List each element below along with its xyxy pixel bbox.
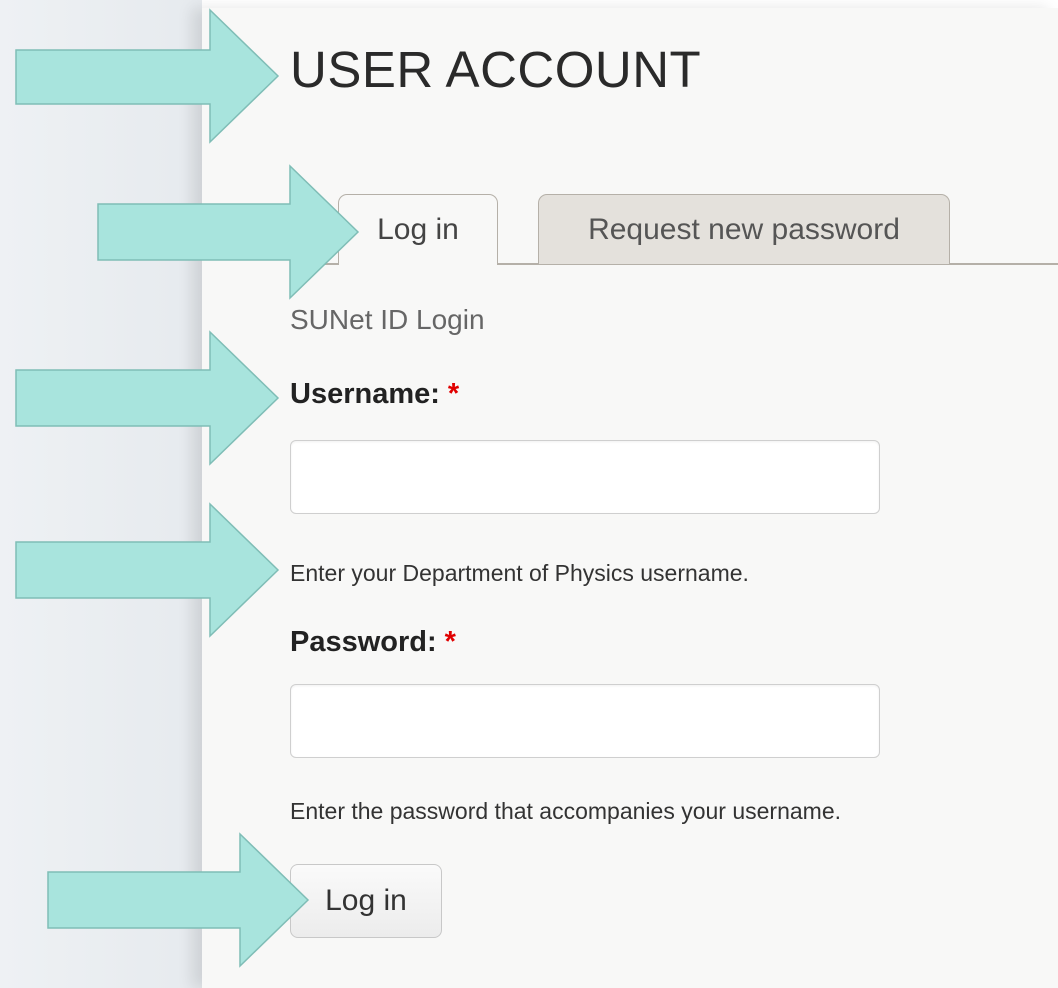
annotation-arrow-help: [15, 502, 280, 638]
username-input[interactable]: [290, 440, 880, 514]
password-help-text: Enter the password that accompanies your…: [290, 798, 842, 824]
password-label-text: Password:: [290, 626, 437, 658]
tab-log-in[interactable]: Log in: [338, 194, 498, 265]
username-help-text: Enter your Department of Physics usernam…: [290, 560, 749, 586]
annotation-arrow-username: [15, 330, 280, 466]
password-required-marker: *: [444, 626, 456, 658]
annotation-arrow-shape: [97, 164, 360, 300]
username-label-text: Username:: [290, 378, 440, 410]
annotation-arrow-submit: [47, 832, 310, 968]
annotation-arrow-title: [15, 8, 280, 144]
page-title: USER ACCOUNT: [290, 41, 702, 98]
password-label: Password: *: [290, 626, 456, 659]
page: USER ACCOUNT Log in Request new password…: [0, 0, 1058, 988]
tab-request-new-password[interactable]: Request new password: [538, 194, 950, 264]
form-subtitle: SUNet ID Login: [290, 304, 485, 335]
login-submit-button[interactable]: Log in: [290, 864, 442, 938]
annotation-arrow-tab: [97, 164, 360, 300]
annotation-arrow-shape: [15, 8, 280, 144]
password-input[interactable]: [290, 684, 880, 758]
annotation-arrow-shape: [15, 330, 280, 466]
annotation-arrow-shape: [47, 832, 310, 968]
username-required-marker: *: [447, 378, 460, 410]
annotation-arrow-shape: [15, 502, 280, 638]
username-label: Username: *: [290, 378, 459, 411]
